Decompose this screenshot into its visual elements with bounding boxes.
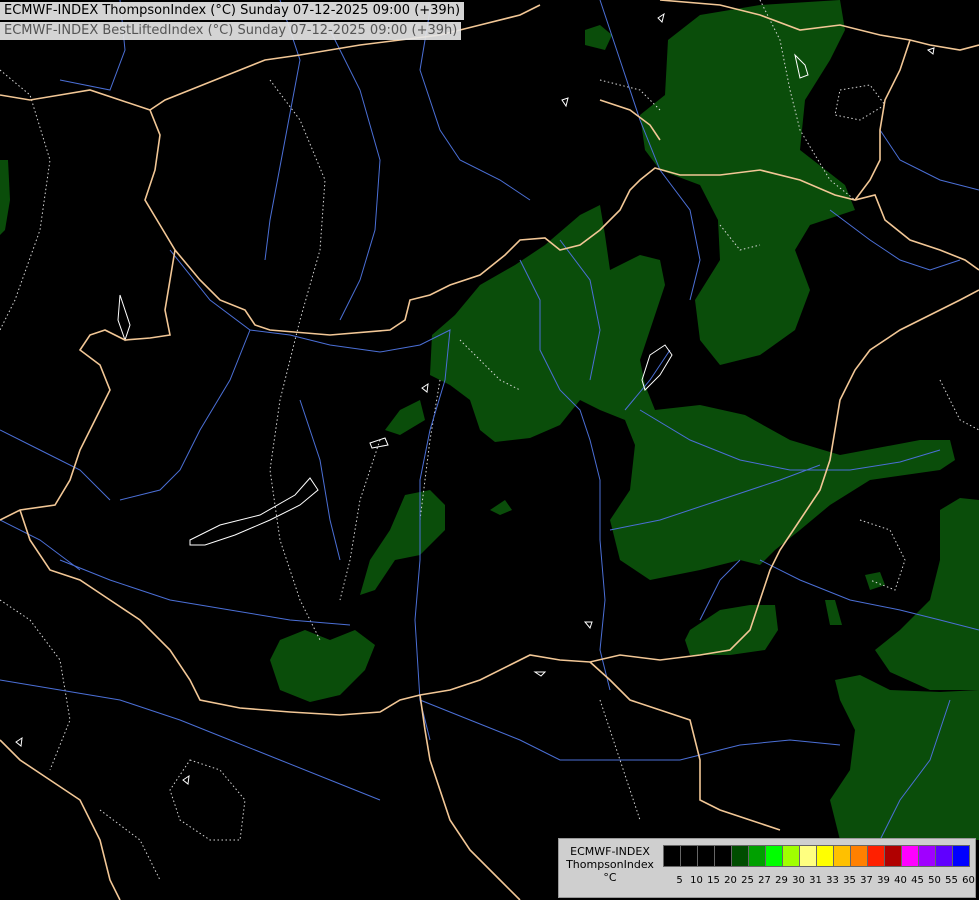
header-thompson-index: ECMWF-INDEX ThompsonIndex (°C) Sunday 07… — [0, 2, 465, 20]
shade-south-east-b — [830, 675, 979, 840]
legend-swatch — [731, 845, 748, 867]
legend-swatch — [663, 845, 680, 867]
legend-label: 45 — [911, 875, 924, 886]
legend-swatch — [918, 845, 935, 867]
legend-label: 15 — [707, 875, 720, 886]
legend-label: 25 — [741, 875, 754, 886]
legend-swatch — [765, 845, 782, 867]
weather-map — [0, 0, 979, 900]
legend-labels: 5 10 15 20 25 27 29 30 31 33 35 37 39 40 45 50 55 60 — [671, 875, 977, 889]
legend-label: 10 — [690, 875, 703, 886]
legend-title-index: ThompsonIndex — [566, 858, 654, 871]
legend-label: 55 — [945, 875, 958, 886]
legend-label: 60 — [962, 875, 975, 886]
legend-swatch — [850, 845, 867, 867]
legend-swatch — [799, 845, 816, 867]
legend-title: ECMWF-INDEX ThompsonIndex °C — [561, 845, 659, 884]
legend-swatch — [952, 845, 970, 867]
legend-title-model: ECMWF-INDEX — [570, 845, 650, 858]
legend-label: 29 — [775, 875, 788, 886]
legend-swatch — [884, 845, 901, 867]
legend-swatch — [782, 845, 799, 867]
legend-swatch — [714, 845, 731, 867]
color-legend: ECMWF-INDEX ThompsonIndex °C 5 10 15 20 25 27… — [558, 838, 976, 898]
legend-swatch — [816, 845, 833, 867]
legend-title-unit: °C — [603, 871, 617, 884]
legend-label: 50 — [928, 875, 941, 886]
legend-swatch — [680, 845, 697, 867]
legend-label: 35 — [843, 875, 856, 886]
legend-swatch — [748, 845, 765, 867]
header-best-lifted-index: ECMWF-INDEX BestLiftedIndex (°C) Sunday … — [0, 22, 462, 40]
legend-label: 33 — [826, 875, 839, 886]
legend-label: 31 — [809, 875, 822, 886]
legend-swatch — [697, 845, 714, 867]
legend-label: 20 — [724, 875, 737, 886]
legend-label: 40 — [894, 875, 907, 886]
legend-swatch — [935, 845, 952, 867]
legend-swatches — [663, 845, 970, 867]
legend-swatch — [901, 845, 918, 867]
legend-label: 39 — [877, 875, 890, 886]
legend-label: 37 — [860, 875, 873, 886]
legend-label: 27 — [758, 875, 771, 886]
legend-label: 30 — [792, 875, 805, 886]
legend-label: 5 — [676, 875, 683, 886]
legend-swatch — [867, 845, 884, 867]
legend-swatch — [833, 845, 850, 867]
